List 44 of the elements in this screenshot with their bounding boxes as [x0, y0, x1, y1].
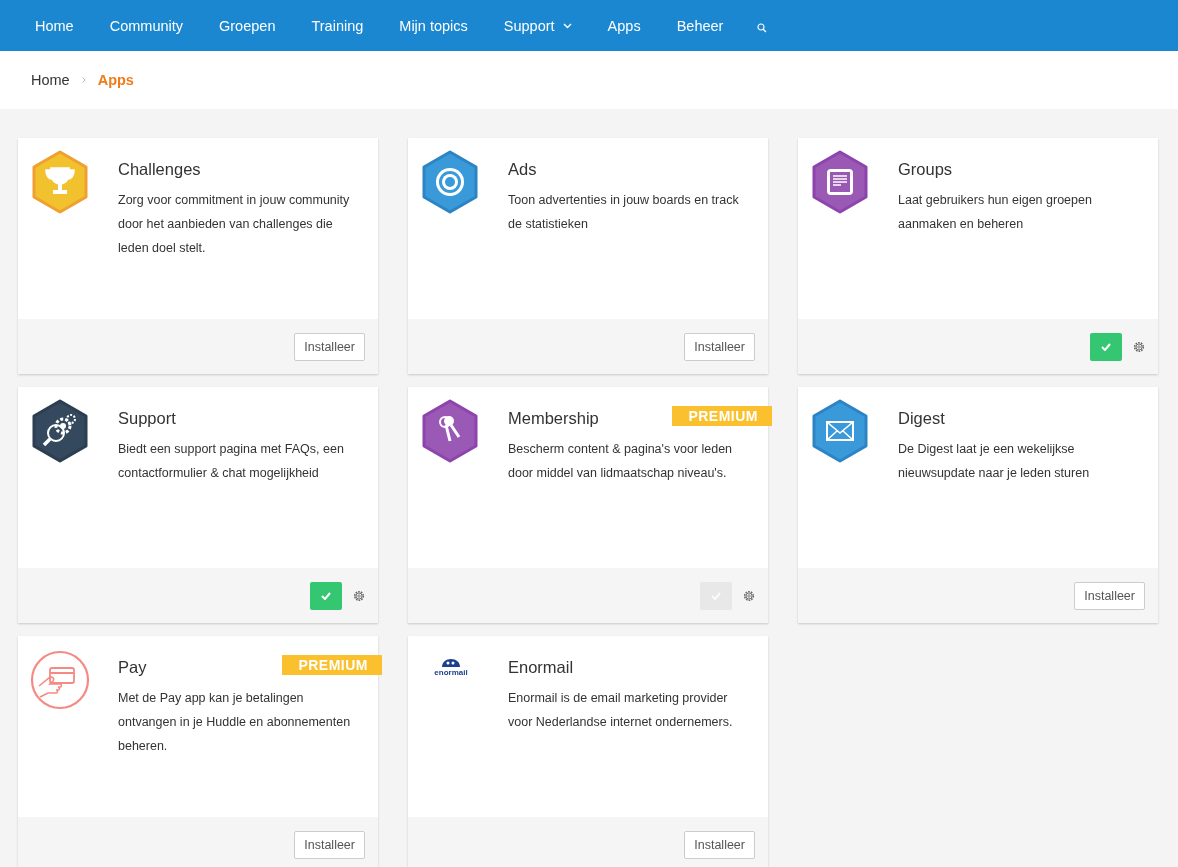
nav-link[interactable]: Groepen — [201, 0, 294, 51]
install-button[interactable]: Installeer — [1074, 581, 1145, 610]
app-title: Ads — [508, 160, 537, 179]
app-description: Zorg voor commitment in jouw community door het aanbieden van challenges die leden doel stelt. — [118, 192, 351, 257]
settings-icon[interactable] — [353, 589, 365, 602]
app-title: Digest — [898, 409, 945, 428]
settings-icon[interactable] — [1133, 340, 1145, 353]
app-title: Support — [118, 409, 176, 428]
nav-link[interactable]: Mijn topics — [381, 0, 486, 51]
app-title: Challenges — [118, 160, 201, 179]
premium-badge: PREMIUM — [282, 655, 382, 675]
enabled-toggle[interactable] — [1090, 332, 1122, 361]
check-icon — [1101, 342, 1111, 351]
app-description: Laat gebruikers hun eigen groepen aanmaken en beheren — [898, 192, 1093, 233]
app-description: Bescherm content & pagina's voor leden door middel van lidmaatschap niveau's. — [508, 441, 734, 482]
install-button[interactable]: Installeer — [294, 332, 365, 361]
search-icon[interactable] — [757, 22, 768, 33]
app-description: Met de Pay app kan je betalingen ontvangen in je Huddle en abonnementen beheren. — [118, 690, 352, 755]
app-title: Groups — [898, 160, 953, 179]
premium-badge: PREMIUM — [672, 406, 772, 426]
hand-card-icon — [30, 648, 92, 712]
brand-logo: enormail — [434, 658, 468, 677]
install-button[interactable]: Installeer — [294, 830, 365, 859]
breadcrumb-link[interactable]: Apps — [97, 72, 134, 88]
nav-link[interactable]: Support — [485, 0, 590, 51]
settings-icon[interactable] — [743, 589, 755, 602]
app-description: Toon advertenties in jouw boards en track de statistieken — [508, 192, 740, 233]
app-description: Enormail is de email marketing provider voor Nederlandse internet ondernemers. — [508, 690, 734, 731]
check-icon — [321, 591, 331, 600]
breadcrumb-link[interactable]: Home — [31, 72, 70, 88]
app-title: Membership — [508, 409, 599, 428]
install-button[interactable]: Installeer — [684, 332, 755, 361]
app-title: Pay — [118, 658, 147, 677]
nav-link[interactable]: Training — [293, 0, 382, 51]
enabled-toggle[interactable] — [310, 581, 342, 610]
app-title: Enormail — [508, 658, 574, 677]
install-button[interactable]: Installeer — [684, 830, 755, 859]
nav-link[interactable]: Beheer — [658, 0, 742, 51]
app-description: De Digest laat je een wekelijkse nieuwsupdate naar je leden sturen — [898, 441, 1091, 482]
nav-link[interactable]: Home — [17, 0, 92, 51]
nav-link[interactable]: Community — [91, 0, 201, 51]
chevron-right-icon — [81, 77, 86, 83]
nav-link[interactable]: Apps — [589, 0, 659, 51]
app-description: Biedt een support pagina met FAQs, een contactformulier & chat mogelijkheid — [118, 441, 345, 482]
